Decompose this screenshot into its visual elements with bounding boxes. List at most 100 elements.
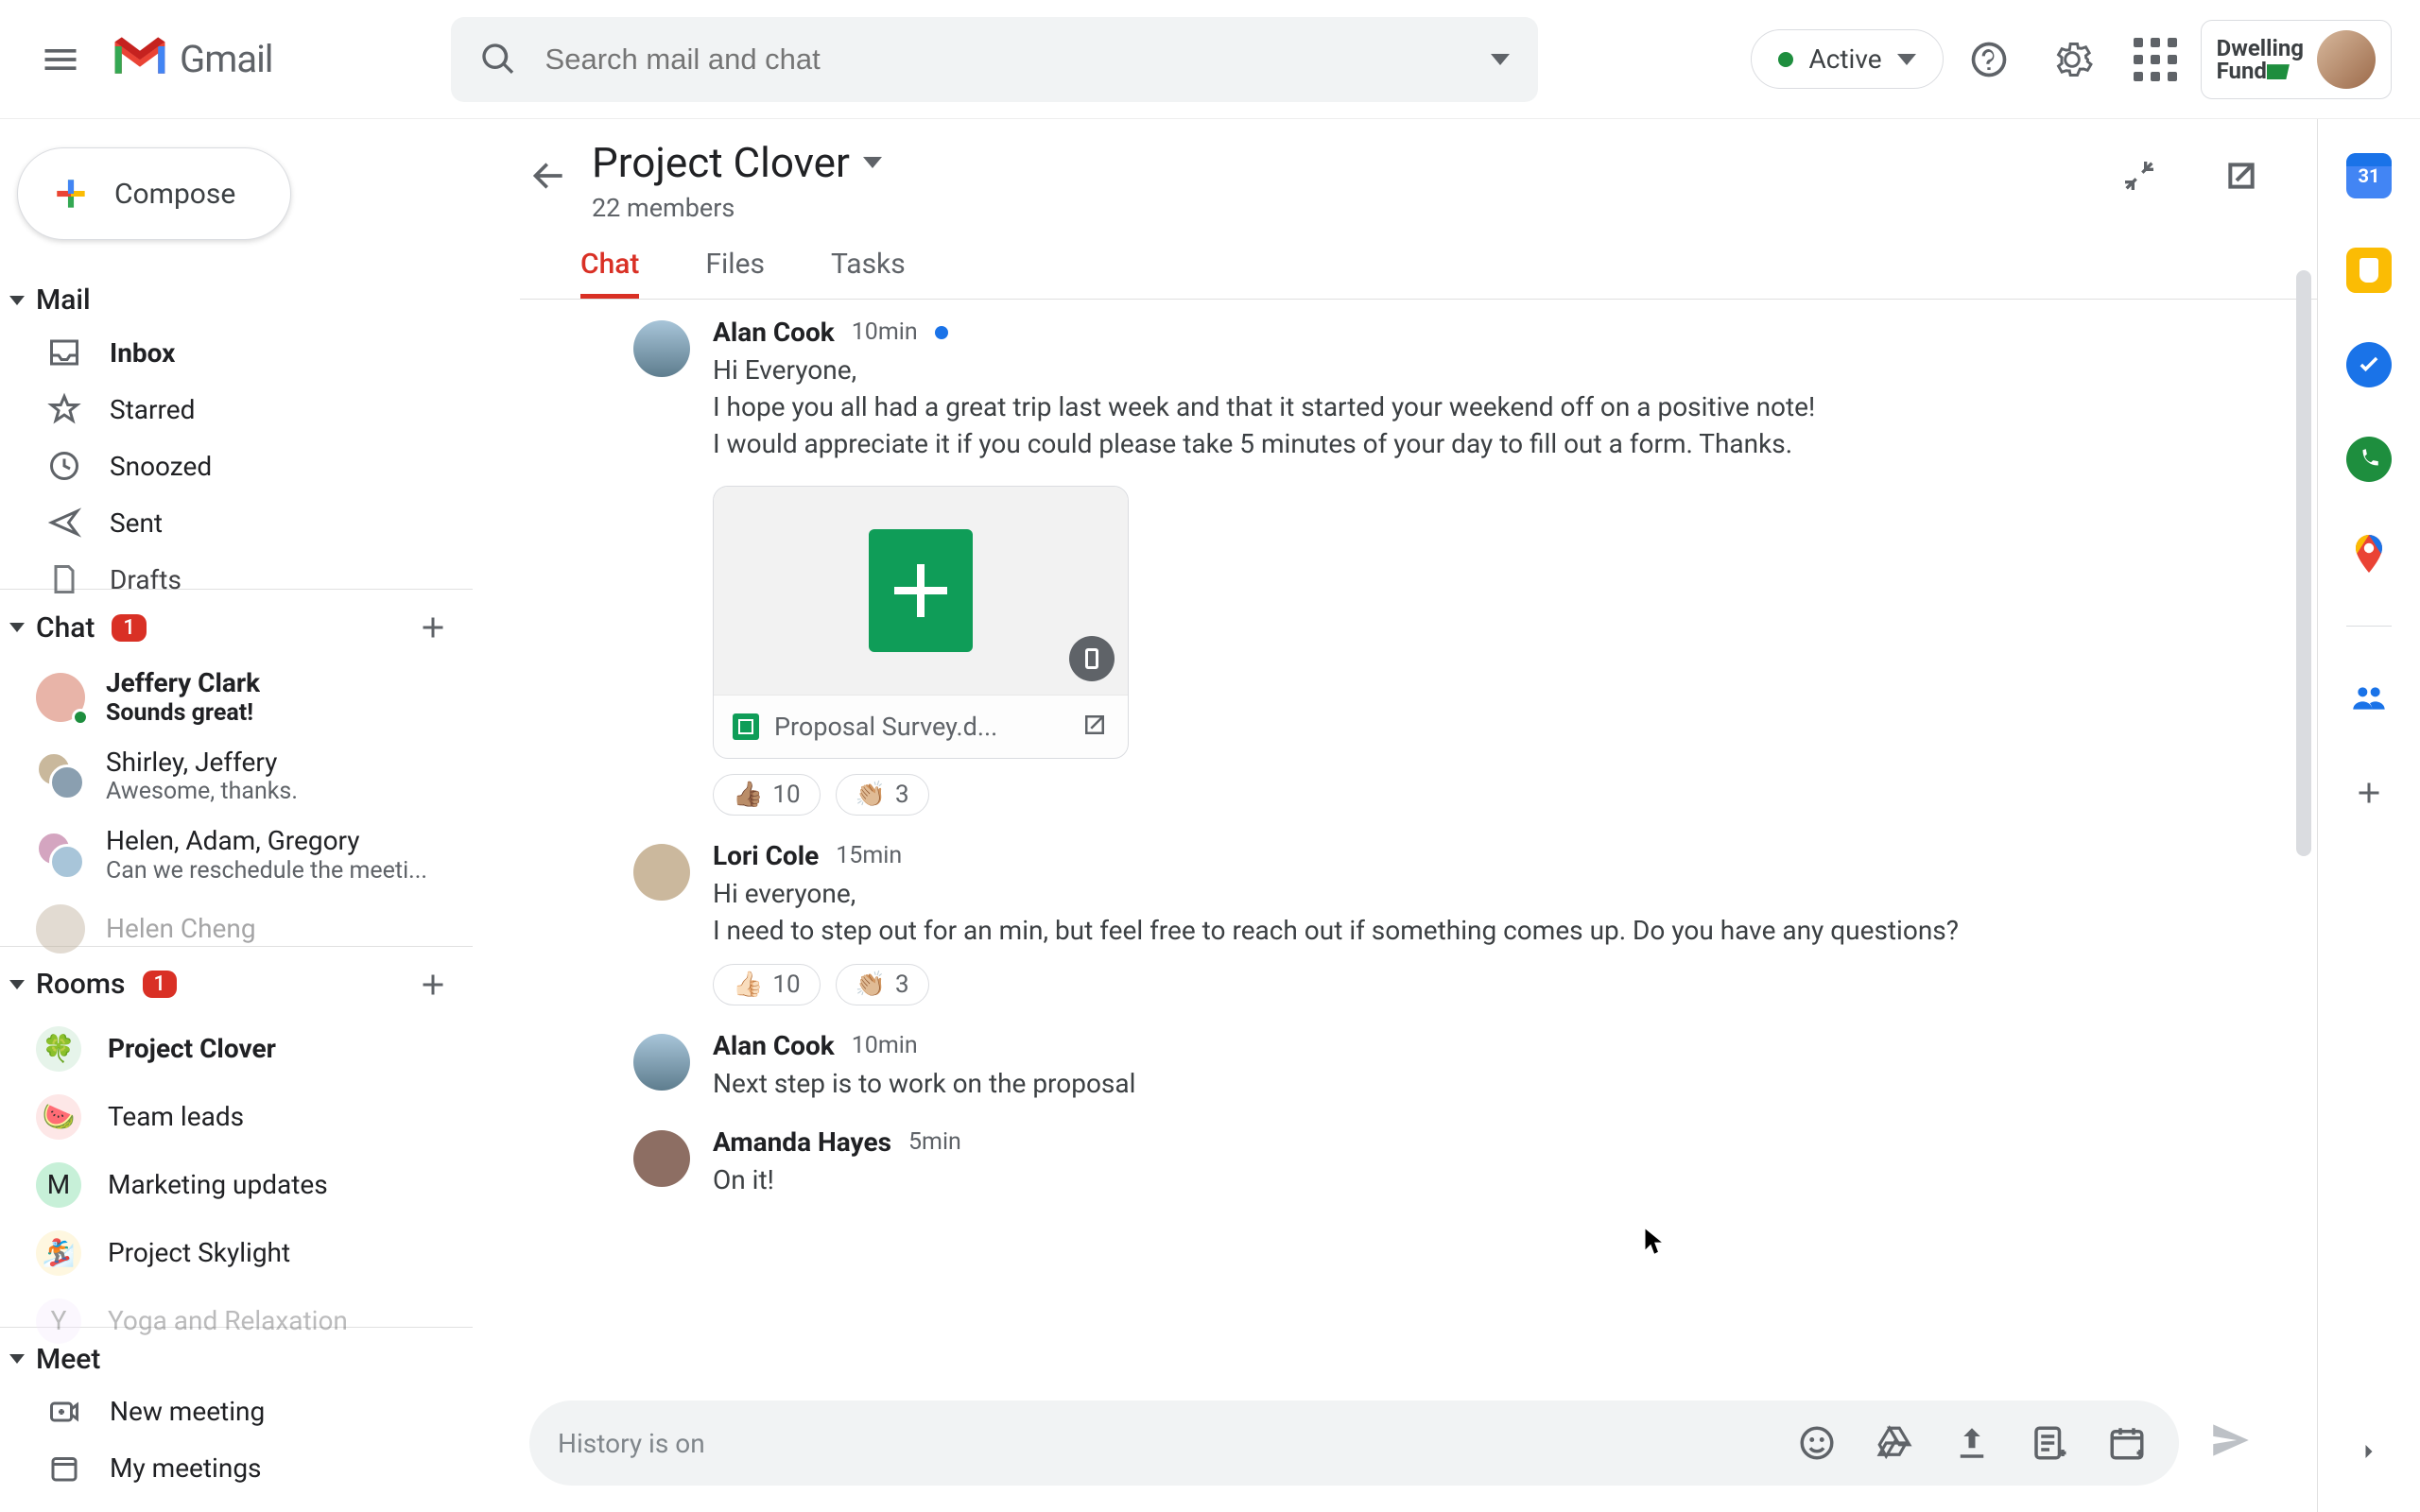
nav-label: Inbox — [110, 337, 175, 369]
room-item[interactable]: 🏂Project Skylight — [0, 1219, 473, 1287]
maps-pin-icon — [2346, 531, 2392, 576]
message-avatar — [633, 320, 690, 377]
room-icon: M — [36, 1162, 81, 1208]
message-composer[interactable]: History is on — [529, 1400, 2179, 1486]
compose-button[interactable]: Compose — [17, 147, 291, 240]
drive-button[interactable] — [1871, 1419, 1918, 1467]
compose-plus-icon — [50, 173, 92, 215]
brand-mark-icon — [2267, 64, 2290, 79]
nav-inbox[interactable]: Inbox — [0, 324, 473, 381]
search-input[interactable] — [517, 43, 1491, 77]
section-chat-label: Chat — [36, 611, 95, 644]
sidepanel-toggle[interactable] — [2346, 1429, 2392, 1474]
keep-app[interactable] — [2346, 248, 2392, 293]
maps-app[interactable] — [2346, 531, 2392, 576]
chat-item[interactable]: Shirley, JefferyAwesome, thanks. — [0, 737, 473, 816]
message-author: Lori Cole — [713, 840, 819, 871]
tasks-icon — [2356, 352, 2382, 378]
reaction-chip[interactable]: 👍🏽10 — [713, 774, 821, 816]
tab-files[interactable]: Files — [705, 234, 765, 299]
gmail-logo[interactable]: Gmail — [110, 35, 273, 84]
room-title[interactable]: Project Clover — [592, 138, 882, 187]
main-menu-button[interactable] — [19, 18, 102, 101]
chat-name: Helen Cheng — [106, 913, 256, 945]
get-addons-button[interactable] — [2346, 770, 2392, 816]
settings-button[interactable] — [2034, 22, 2110, 97]
message-time: 10min — [852, 1032, 918, 1059]
room-item[interactable]: M Marketing updates — [0, 1151, 473, 1219]
nav-label: Snoozed — [110, 451, 212, 482]
status-caret-icon — [1897, 54, 1916, 65]
open-attachment-button[interactable] — [1080, 711, 1109, 743]
schedule-button[interactable] — [2103, 1419, 2151, 1467]
status-chip[interactable]: Active — [1751, 29, 1943, 89]
calendar-day: 31 — [2359, 164, 2380, 187]
new-chat-button[interactable] — [410, 605, 456, 650]
open-new-window-button[interactable] — [2204, 138, 2279, 214]
brand-text: Dwelling Fund — [2217, 37, 2304, 82]
chat-item[interactable]: Jeffery ClarkSounds great! — [0, 658, 473, 737]
message: Lori Cole15minHi everyone,I need to step… — [633, 840, 2260, 1005]
meet-new-meeting[interactable]: New meeting — [0, 1383, 473, 1440]
scrollbar[interactable] — [2296, 270, 2311, 856]
calendar-app[interactable]: 31 — [2346, 153, 2392, 198]
chat-preview: Awesome, thanks. — [106, 778, 298, 806]
workspace-brand[interactable]: Dwelling Fund — [2201, 20, 2392, 99]
voice-app[interactable] — [2346, 437, 2392, 482]
keep-icon — [2360, 258, 2378, 283]
back-button[interactable] — [520, 147, 577, 204]
rooms-unread-badge: 1 — [143, 971, 178, 998]
collapse-caret-icon — [9, 296, 25, 305]
preview-action-icon[interactable] — [1069, 636, 1115, 681]
nav-label: Sent — [110, 507, 163, 539]
google-apps-button[interactable] — [2118, 22, 2193, 97]
chat-name: Shirley, Jeffery — [106, 747, 298, 779]
nav-snoozed[interactable]: Snoozed — [0, 438, 473, 494]
support-button[interactable] — [1951, 22, 2027, 97]
room-item[interactable]: 🍉Team leads — [0, 1083, 473, 1151]
room-item[interactable]: 🍀Project Clover — [0, 1015, 473, 1083]
room-name: Marketing updates — [108, 1169, 328, 1200]
plus-icon — [416, 968, 450, 1002]
chat-item[interactable]: Helen Cheng — [0, 895, 473, 963]
tasks-app[interactable] — [2346, 342, 2392, 387]
contacts-app[interactable] — [2346, 676, 2392, 721]
section-mail-header[interactable]: Mail — [0, 268, 473, 324]
send-button[interactable] — [2207, 1417, 2260, 1469]
collapse-pane-button[interactable] — [2101, 138, 2177, 214]
phone-icon — [2357, 447, 2381, 472]
send-icon — [2207, 1417, 2255, 1464]
hamburger-icon — [40, 39, 81, 80]
reaction-chip[interactable]: 👍🏻10 — [713, 964, 821, 1005]
nav-sent[interactable]: Sent — [0, 494, 473, 551]
nav-starred[interactable]: Starred — [0, 381, 473, 438]
message-author: Amanda Hayes — [713, 1126, 891, 1158]
draft-icon — [47, 562, 81, 596]
chat-item[interactable]: Helen, Adam, GregoryCan we reschedule th… — [0, 816, 473, 895]
file-attachment[interactable]: Proposal Survey.d... — [713, 486, 1129, 759]
tab-tasks[interactable]: Tasks — [831, 234, 906, 299]
meet-my-meetings[interactable]: My meetings — [0, 1440, 473, 1497]
create-doc-button[interactable] — [2026, 1419, 2073, 1467]
emoji-button[interactable] — [1793, 1419, 1841, 1467]
side-panel: 31 — [2318, 119, 2420, 1512]
room-tabs: Chat Files Tasks — [520, 234, 2317, 300]
send-icon — [47, 506, 81, 540]
room-pane: Project Clover 22 members Chat Files Tas… — [473, 119, 2318, 1512]
message-text: Hi Everyone,I hope you all had a great t… — [713, 352, 2260, 463]
account-avatar[interactable] — [2317, 30, 2376, 89]
room-item[interactable]: YYoga and Relaxation — [0, 1287, 473, 1355]
doc-plus-icon — [2030, 1423, 2069, 1463]
search-bar[interactable] — [451, 17, 1538, 102]
help-icon — [1968, 39, 2010, 80]
reaction-chip[interactable]: 👏🏼3 — [836, 964, 929, 1005]
upload-button[interactable] — [1948, 1419, 1996, 1467]
new-room-button[interactable] — [410, 962, 456, 1007]
search-options-caret-icon[interactable] — [1491, 54, 1510, 65]
message-text: On it! — [713, 1161, 2260, 1198]
reaction-chip[interactable]: 👏🏼3 — [836, 774, 929, 816]
nav-drafts[interactable]: Drafts — [0, 551, 473, 608]
tab-chat[interactable]: Chat — [580, 234, 639, 299]
message-list: Alan Cook10minHi Everyone,I hope you all… — [520, 300, 2317, 1409]
room-members[interactable]: 22 members — [592, 193, 882, 223]
